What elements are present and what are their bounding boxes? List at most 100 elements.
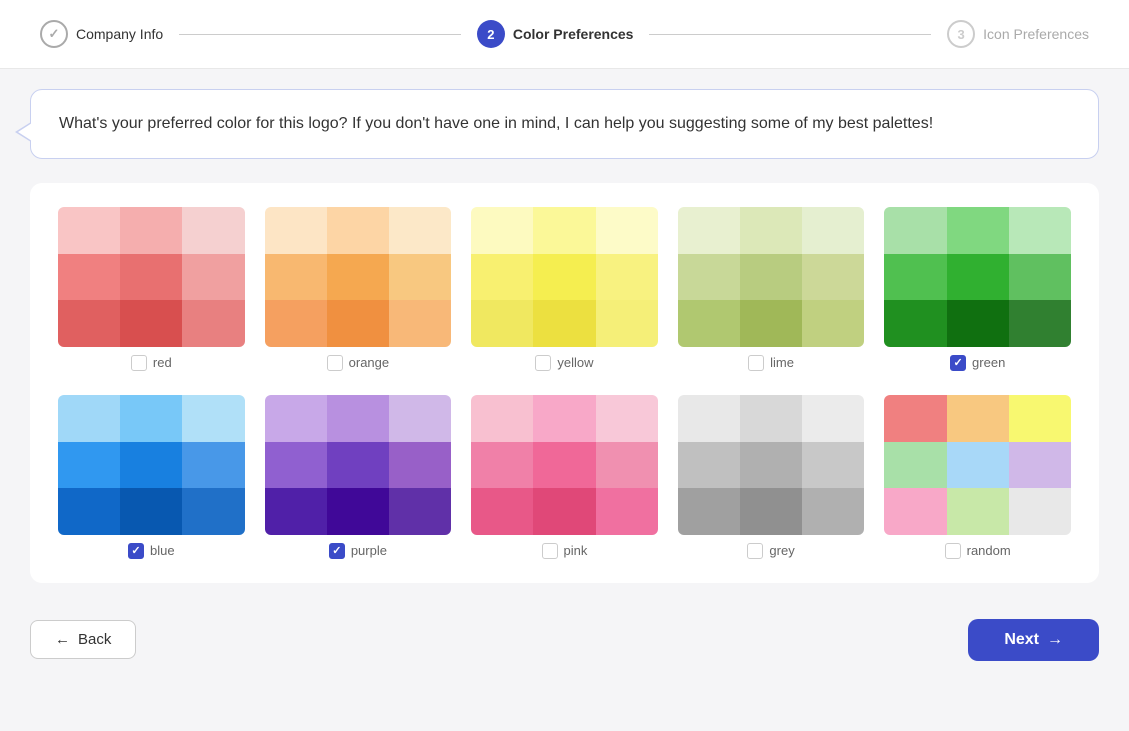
next-arrow-icon: → (1047, 631, 1063, 649)
color-name-lime: lime (770, 355, 794, 370)
speech-bubble-text: What's your preferred color for this log… (59, 115, 933, 132)
color-swatch (596, 488, 658, 535)
color-checkbox-red[interactable] (131, 355, 147, 371)
step-label-company-info: Company Info (76, 26, 163, 42)
color-swatch (947, 442, 1009, 489)
color-swatch (389, 207, 451, 254)
color-row-2: blue purple pink grey random (58, 395, 1071, 559)
color-swatch (884, 442, 946, 489)
color-swatch (947, 488, 1009, 535)
color-swatch (471, 207, 533, 254)
color-palette-yellow (471, 207, 658, 347)
color-swatch (1009, 395, 1071, 442)
color-swatch (120, 254, 182, 301)
color-palette-red (58, 207, 245, 347)
color-name-purple: purple (351, 543, 387, 558)
step-icon-preferences: 3 Icon Preferences (947, 20, 1089, 48)
color-name-red: red (153, 355, 172, 370)
color-checkbox-lime[interactable] (748, 355, 764, 371)
color-swatch (596, 442, 658, 489)
color-swatch (182, 300, 244, 347)
color-swatch (884, 395, 946, 442)
color-swatch (265, 395, 327, 442)
color-swatch (596, 395, 658, 442)
color-swatch (740, 395, 802, 442)
color-item-blue: blue (58, 395, 245, 559)
color-palette-blue (58, 395, 245, 535)
color-item-random: random (884, 395, 1071, 559)
next-button[interactable]: Next → (968, 619, 1099, 661)
color-swatch (740, 207, 802, 254)
step-circle-icon-preferences: 3 (947, 20, 975, 48)
speech-bubble: What's your preferred color for this log… (30, 89, 1099, 159)
color-swatch (533, 254, 595, 301)
color-swatch (327, 395, 389, 442)
color-swatch (740, 254, 802, 301)
color-swatch (327, 254, 389, 301)
color-swatch (802, 395, 864, 442)
color-swatch (327, 442, 389, 489)
color-swatch (389, 300, 451, 347)
color-swatch (678, 254, 740, 301)
back-button[interactable]: ← Back (30, 620, 136, 659)
color-swatch (678, 395, 740, 442)
color-label-row-pink: pink (542, 543, 588, 559)
color-checkbox-yellow[interactable] (535, 355, 551, 371)
color-swatch (740, 300, 802, 347)
color-name-green: green (972, 355, 1005, 370)
color-label-row-purple: purple (329, 543, 387, 559)
color-swatch (327, 488, 389, 535)
color-swatch (884, 300, 946, 347)
color-label-row-orange: orange (327, 355, 389, 371)
step-line-1 (179, 34, 461, 35)
color-swatch (1009, 254, 1071, 301)
back-arrow-icon: ← (55, 631, 70, 648)
main-content: What's your preferred color for this log… (0, 69, 1129, 603)
color-palette-green (884, 207, 1071, 347)
color-checkbox-pink[interactable] (542, 543, 558, 559)
color-swatch (58, 300, 120, 347)
color-swatch (120, 300, 182, 347)
color-label-row-green: green (950, 355, 1005, 371)
color-swatch (884, 207, 946, 254)
color-checkbox-grey[interactable] (747, 543, 763, 559)
color-swatch (389, 442, 451, 489)
color-swatch (120, 488, 182, 535)
color-swatch (740, 488, 802, 535)
color-item-purple: purple (265, 395, 452, 559)
color-swatch (58, 395, 120, 442)
color-swatch (947, 300, 1009, 347)
color-item-yellow: yellow (471, 207, 658, 371)
color-swatch (884, 488, 946, 535)
step-label-color-preferences: Color Preferences (513, 26, 634, 42)
color-swatch (740, 442, 802, 489)
color-checkbox-orange[interactable] (327, 355, 343, 371)
color-name-grey: grey (769, 543, 794, 558)
color-name-blue: blue (150, 543, 175, 558)
color-item-green: green (884, 207, 1071, 371)
color-checkbox-blue[interactable] (128, 543, 144, 559)
color-swatch (265, 442, 327, 489)
color-swatch (182, 395, 244, 442)
color-checkbox-random[interactable] (945, 543, 961, 559)
color-checkbox-purple[interactable] (329, 543, 345, 559)
color-palette-orange (265, 207, 452, 347)
color-swatch (471, 395, 533, 442)
color-swatch (596, 254, 658, 301)
color-swatch (678, 488, 740, 535)
color-swatch (58, 207, 120, 254)
color-swatch (265, 254, 327, 301)
color-swatch (596, 300, 658, 347)
color-swatch (802, 442, 864, 489)
step-company-info: ✓ Company Info (40, 20, 163, 48)
color-checkbox-green[interactable] (950, 355, 966, 371)
color-label-row-yellow: yellow (535, 355, 593, 371)
color-label-row-grey: grey (747, 543, 794, 559)
color-swatch (120, 442, 182, 489)
color-swatch (327, 300, 389, 347)
color-swatch (58, 488, 120, 535)
color-item-lime: lime (678, 207, 865, 371)
color-label-row-lime: lime (748, 355, 794, 371)
step-label-icon-preferences: Icon Preferences (983, 26, 1089, 42)
color-swatch (58, 254, 120, 301)
